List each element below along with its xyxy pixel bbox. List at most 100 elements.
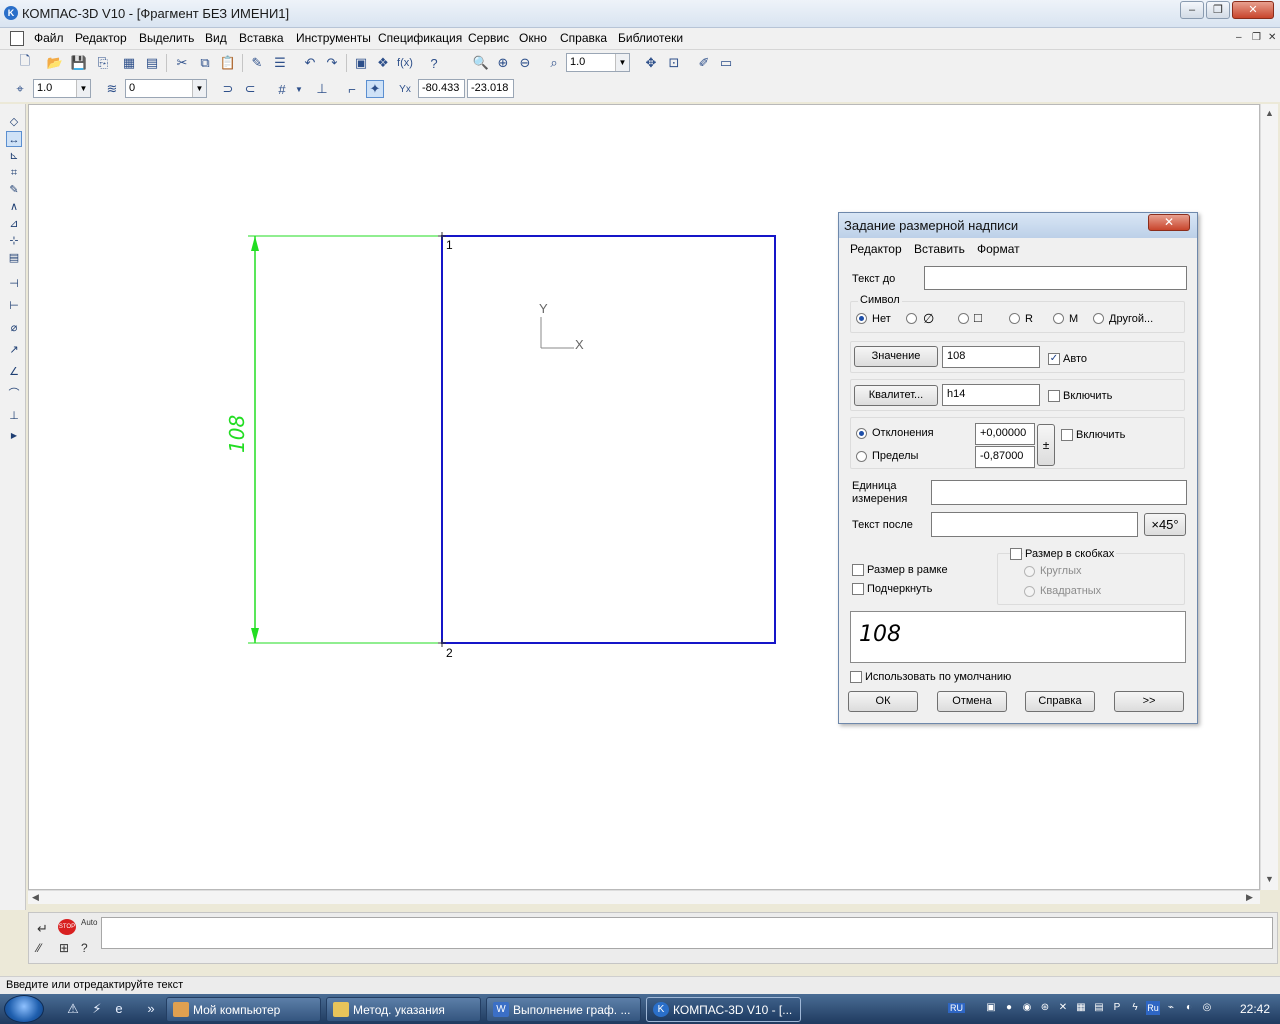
chevron-down-icon[interactable]: ▼ [192,80,206,97]
deviations-radio[interactable] [856,428,867,439]
step-cursor-icon[interactable]: ⌖ [11,80,29,98]
dimensions-icon[interactable]: ↔ [6,131,22,147]
fit-all-icon[interactable]: ⊡ [665,54,683,72]
symbols-icon[interactable]: ⊾ [6,148,22,164]
menu-specification[interactable]: Спецификация [378,31,462,45]
enter-object-icon[interactable]: ↵ [37,921,48,937]
chevron-down-icon[interactable]: ▼ [290,80,308,98]
tray-shield-icon[interactable]: ⊛ [1038,1001,1052,1015]
zoom-icon[interactable]: 🔍 [472,54,490,72]
scroll-left-icon[interactable]: ◀ [32,892,39,903]
properties-icon[interactable]: ✎ [248,54,266,72]
underline-checkbox[interactable] [852,583,864,595]
text-after-field[interactable] [931,512,1138,537]
radial-dim-icon[interactable]: ↗ [6,342,22,358]
select-icon[interactable]: ⊿ [6,216,22,232]
geometry-icon[interactable]: ◇ [6,114,22,130]
pan-icon[interactable]: ✥ [642,54,660,72]
help-icon[interactable]: ? [81,941,88,955]
new-document-icon[interactable]: 🗋 [16,53,34,72]
dialog-title-bar[interactable]: Задание размерной надписи ✕ [839,213,1197,238]
symbol-metric-radio[interactable] [1053,313,1064,324]
menu-help[interactable]: Справка [560,31,607,45]
menu-edit[interactable]: Редактор [75,31,127,45]
tray-p-icon[interactable]: P [1110,1001,1124,1015]
tray-flash-icon[interactable]: ϟ [1128,1001,1142,1015]
mdi-minimize-icon[interactable]: ‒ [1236,32,1242,43]
dialog-menu-insert[interactable]: Вставить [914,242,965,256]
auto-create-icon[interactable]: Auto [81,918,97,927]
mdi-close-icon[interactable]: ✕ [1268,32,1276,43]
zoom-out-icon[interactable]: ⊖ [516,54,534,72]
snap-parametric-icon[interactable]: ✦ [366,80,384,98]
menu-tools[interactable]: Инструменты [296,31,371,45]
vertical-scrollbar[interactable]: ▲ ▼ [1260,104,1278,890]
menu-window[interactable]: Окно [519,31,547,45]
edit-icon[interactable]: ⌗ [6,165,22,181]
diameter-dim-icon[interactable]: ⌀ [6,320,22,336]
linear-dim-icon[interactable]: ⊣ [6,276,22,292]
coord-y-field[interactable]: -23.018 [467,79,514,98]
round-brackets-radio[interactable] [1024,566,1035,577]
dialog-menu-edit[interactable]: Редактор [850,242,902,256]
dimension-text[interactable]: 108 [225,415,249,453]
redo-icon[interactable]: ↷ [323,54,341,72]
zoom-scale-icon[interactable]: ⌕ [545,54,563,72]
framed-checkbox[interactable] [852,564,864,576]
symbol-diameter-radio[interactable] [906,313,917,324]
arc-dim-icon[interactable]: ⌒ [6,386,22,402]
quicklaunch-app-icon[interactable]: ⚡ [88,1000,106,1018]
cancel-button[interactable]: Отмена [937,691,1007,712]
manager-icon[interactable]: ▣ [352,54,370,72]
clock[interactable]: 22:42 [1240,1002,1270,1016]
tray-app-icon[interactable]: ▣ [984,1001,998,1015]
horizontal-scrollbar[interactable]: ◀ ▶ [28,890,1260,904]
preview-icon[interactable]: ▦ [120,54,138,72]
chevron-right-icon[interactable]: ▶ [6,428,22,444]
tray-network2-icon[interactable]: ⌁ [1164,1001,1178,1015]
limits-radio[interactable] [856,451,867,462]
unit-field[interactable] [931,480,1187,505]
square-brackets-radio[interactable] [1024,586,1035,597]
drawing-rectangle[interactable] [441,235,776,644]
menu-libraries[interactable]: Библиотеки [618,31,683,45]
task-word-document[interactable]: W Выполнение граф. ... [486,997,641,1022]
value-field[interactable]: 108 [942,346,1040,368]
auto-dim-icon[interactable]: ⊢ [6,298,22,314]
deviation-enable-checkbox[interactable] [1061,429,1073,441]
scroll-down-icon[interactable]: ▼ [1265,874,1274,884]
grid-icon[interactable]: # [273,80,291,98]
list-icon[interactable]: ☰ [271,54,289,72]
snap-magnet-icon[interactable]: ⊃ [219,80,237,98]
help-button[interactable]: Справка [1025,691,1095,712]
value-button[interactable]: Значение [854,346,938,367]
open-icon[interactable]: 📂 [46,54,64,72]
task-my-computer[interactable]: Мой компьютер [166,997,321,1022]
quality-enable-checkbox[interactable] [1048,390,1060,402]
zoom-in-icon[interactable]: ⊕ [494,54,512,72]
tray-network-icon[interactable]: ● [1002,1001,1016,1015]
ok-button[interactable]: ОК [848,691,918,712]
tray-lang-icon[interactable]: Ru [1146,1001,1160,1015]
scroll-up-icon[interactable]: ▲ [1265,108,1274,118]
local-cs-icon[interactable]: ⊥ [313,80,331,98]
restore-button[interactable]: ❐ [1206,1,1230,19]
layers-icon[interactable]: ▭ [717,54,735,72]
step-combo[interactable]: 1.0 ▼ [33,79,91,98]
task-method-folder[interactable]: Метод. указания [326,997,481,1022]
coord-x-field[interactable]: -80.433 [418,79,465,98]
quality-button[interactable]: Квалитет... [854,385,938,406]
language-indicator[interactable]: RU [948,1003,965,1013]
cut-icon[interactable]: ✂ [173,54,191,72]
tray-bluetooth-icon[interactable]: ◎ [1200,1001,1214,1015]
chevron-down-icon[interactable]: ▼ [615,54,629,71]
brackets-checkbox[interactable] [1010,548,1022,560]
chevron-down-icon[interactable]: ▼ [76,80,90,97]
save-icon[interactable]: 💾 [70,54,88,72]
tray-monitor-icon[interactable]: ◉ [1020,1001,1034,1015]
snap-local-icon[interactable]: ⊂ [241,80,259,98]
chamfer-45-button[interactable]: ×45° [1144,513,1186,536]
deviation-lower-field[interactable]: -0,87000 [975,446,1035,468]
parametrize-icon[interactable]: ✎ [6,182,22,198]
symbol-square-radio[interactable] [958,313,969,324]
